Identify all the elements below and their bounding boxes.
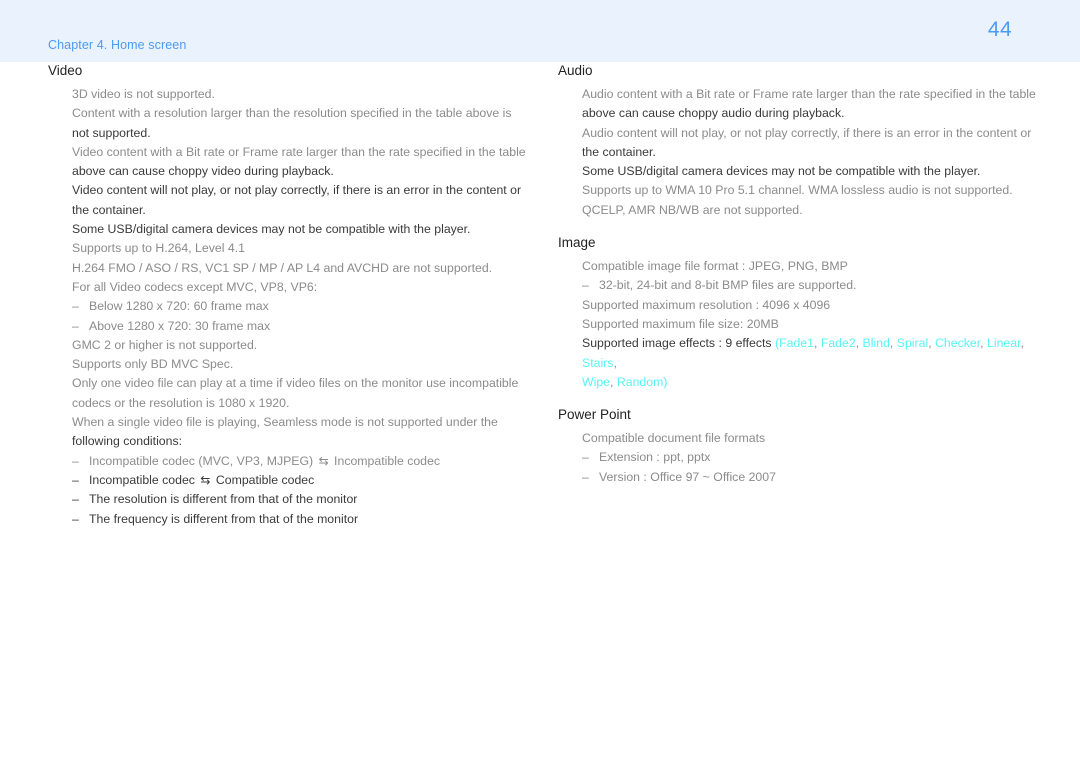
sub-bullet-item: – Incompatible codec (MVC, VP3, MJPEG) ⇆ … <box>72 452 530 471</box>
section-body: Audio content with a Bit rate or Frame r… <box>558 85 1040 220</box>
effects-close-paren: ) <box>663 374 668 389</box>
content-section: Image Compatible image file format : JPEG… <box>558 234 1040 392</box>
body-text-line: For all Video codecs except MVC, VP8, VP… <box>72 279 318 294</box>
body-text-line: Video content with a Bit rate or Frame r… <box>72 144 526 159</box>
sub-bullet-item: –32-bit, 24-bit and 8-bit BMP files are … <box>582 276 1040 295</box>
section-heading: Video <box>48 63 83 78</box>
body-text-line: Content with a resolution larger than th… <box>72 106 512 121</box>
body-text-line: following conditions: <box>72 434 183 449</box>
sub-bullet-text: 32-bit, 24-bit and 8-bit BMP files are s… <box>599 278 857 293</box>
content-section: Audio Audio content with a Bit rate or Fr… <box>558 62 1040 220</box>
sub-bullet-text: Version : Office 97 ~ Office 2007 <box>599 469 776 484</box>
body-text-line: GMC 2 or higher is not supported. <box>72 337 258 352</box>
sub-bullet-text: Above 1280 x 720: 30 frame max <box>89 318 271 333</box>
image-effect-name: Blind <box>862 336 890 351</box>
body-text-line: Compatible document file formats <box>582 431 766 446</box>
dash-bullet-icon: – <box>72 472 79 487</box>
dash-bullet-icon: – <box>72 299 79 314</box>
dash-bullet-icon: – <box>72 492 79 507</box>
image-effect-name: Stairs <box>582 355 614 370</box>
body-text-line: above can cause choppy video during play… <box>72 164 334 179</box>
sub-bullet-text: The resolution is different from that of… <box>89 492 358 507</box>
section-heading: Image <box>558 235 596 251</box>
body-text-line: 3D video is not supported. <box>72 87 215 101</box>
page-body: Video 3D video is not supported. Content w… <box>0 62 1080 763</box>
body-text-line: Supports up to H.264, Level 4.1 <box>72 241 245 256</box>
image-effect-name: Random <box>616 374 664 389</box>
body-text-line: Video content will not play, or not play… <box>72 183 522 198</box>
page-header-band: Chapter 4. Home screen 44 <box>0 0 1080 62</box>
image-effects-label: Supported image effects : 9 effects <box>582 336 775 351</box>
bidirectional-arrow-icon: ⇆ <box>318 453 329 468</box>
image-effect-name: Fade2 <box>820 336 856 351</box>
effects-separator: , <box>980 336 988 351</box>
sub-bullet-item: – Below 1280 x 720: 60 frame max <box>72 297 530 316</box>
section-body: 3D video is not supported. Content with a… <box>48 85 530 529</box>
sub-bullet-text: The frequency is different from that of … <box>89 511 359 526</box>
page-number: 44 <box>987 18 1013 41</box>
sub-bullet-item: – The frequency is different from that of… <box>72 510 530 529</box>
content-section: Video 3D video is not supported. Content w… <box>48 62 530 529</box>
body-text-line: Audio content will not play, or not play… <box>582 125 1032 140</box>
right-column: Audio Audio content with a Bit rate or Fr… <box>558 62 1040 487</box>
body-text-line: above can cause choppy audio during play… <box>582 106 845 121</box>
effects-separator: , <box>813 336 821 351</box>
effects-separator: , <box>889 336 897 351</box>
dash-bullet-icon: – <box>72 453 79 468</box>
dash-bullet-icon: – <box>72 318 79 333</box>
body-text-line: When a single video file is playing, Sea… <box>72 415 498 430</box>
effects-separator: , <box>610 374 617 389</box>
section-body: Compatible document file formats – Extensi… <box>558 429 1040 487</box>
breadcrumb-chapter: Chapter 4. Home screen <box>48 38 187 52</box>
effects-separator: , <box>855 336 863 351</box>
image-effect-name: Linear <box>987 336 1021 351</box>
body-text-line: Supports up to WMA 10 Pro 5.1 channel. W… <box>582 183 1013 198</box>
body-text-line: Audio content with a Bit rate or Frame r… <box>582 87 1036 101</box>
body-text-line: Supports only BD MVC Spec. <box>72 357 234 372</box>
body-text-line: the container. <box>72 202 146 217</box>
image-effect-name: Wipe <box>582 374 611 389</box>
body-text-line: Some USB/digital camera devices may not … <box>72 222 471 237</box>
sub-bullet-text-after: Compatible codec <box>212 472 315 487</box>
dash-bullet-icon: – <box>582 278 589 293</box>
sub-bullet-item: – The resolution is different from that o… <box>72 490 530 509</box>
effects-separator: , <box>1020 336 1024 351</box>
dash-bullet-icon: – <box>582 450 589 465</box>
body-text-line: QCELP, AMR NB/WB are not supported. <box>582 202 803 217</box>
sub-bullet-item: – Above 1280 x 720: 30 frame max <box>72 317 530 336</box>
image-effect-name: Spiral <box>896 336 929 351</box>
sub-bullet-item: – Incompatible codec ⇆ Compatible codec <box>72 471 530 490</box>
image-effect-name: Fade1 <box>779 336 814 351</box>
body-text-line: Supported maximum resolution : 4096 x 40… <box>582 297 831 312</box>
effects-separator: , <box>613 355 617 370</box>
image-effect-name: Checker <box>935 336 981 351</box>
sub-bullet-text: Below 1280 x 720: 60 frame max <box>89 299 269 314</box>
body-text-line: the container. <box>582 144 656 159</box>
sub-bullet-text: Extension : ppt, pptx <box>599 450 711 465</box>
image-effects-line: Supported image effects : 9 effects (Fad… <box>582 334 1040 392</box>
body-text-line: Some USB/digital camera devices may not … <box>582 164 981 179</box>
sub-bullet-text-before: Incompatible codec <box>89 472 199 487</box>
body-text-line: H.264 FMO / ASO / RS, VC1 SP / MP / AP L… <box>72 260 493 275</box>
body-text-line: Supported maximum file size: 20MB <box>582 316 779 331</box>
section-body: Compatible image file format : JPEG, PNG… <box>558 257 1040 392</box>
body-text-line: Only one video file can play at a time i… <box>72 376 519 391</box>
section-heading: Audio <box>558 63 593 78</box>
content-section: Power Point Compatible document file form… <box>558 406 1040 487</box>
section-heading: Power Point <box>558 407 631 423</box>
left-column: Video 3D video is not supported. Content w… <box>48 62 530 529</box>
body-text-line: codecs or the resolution is 1080 x 1920. <box>72 395 290 410</box>
dash-bullet-icon: – <box>72 511 79 526</box>
body-text-line: not supported. <box>72 125 151 140</box>
sub-bullet-item: – Version : Office 97 ~ Office 2007 <box>582 468 1040 487</box>
sub-bullet-item: – Extension : ppt, pptx <box>582 448 1040 467</box>
dash-bullet-icon: – <box>582 469 589 484</box>
body-text-line: Compatible image file format : JPEG, PNG… <box>582 259 848 274</box>
sub-bullet-text-after: Incompatible codec <box>330 453 441 468</box>
bidirectional-arrow-icon: ⇆ <box>200 472 211 487</box>
sub-bullet-text-before: Incompatible codec (MVC, VP3, MJPEG) <box>89 453 317 468</box>
